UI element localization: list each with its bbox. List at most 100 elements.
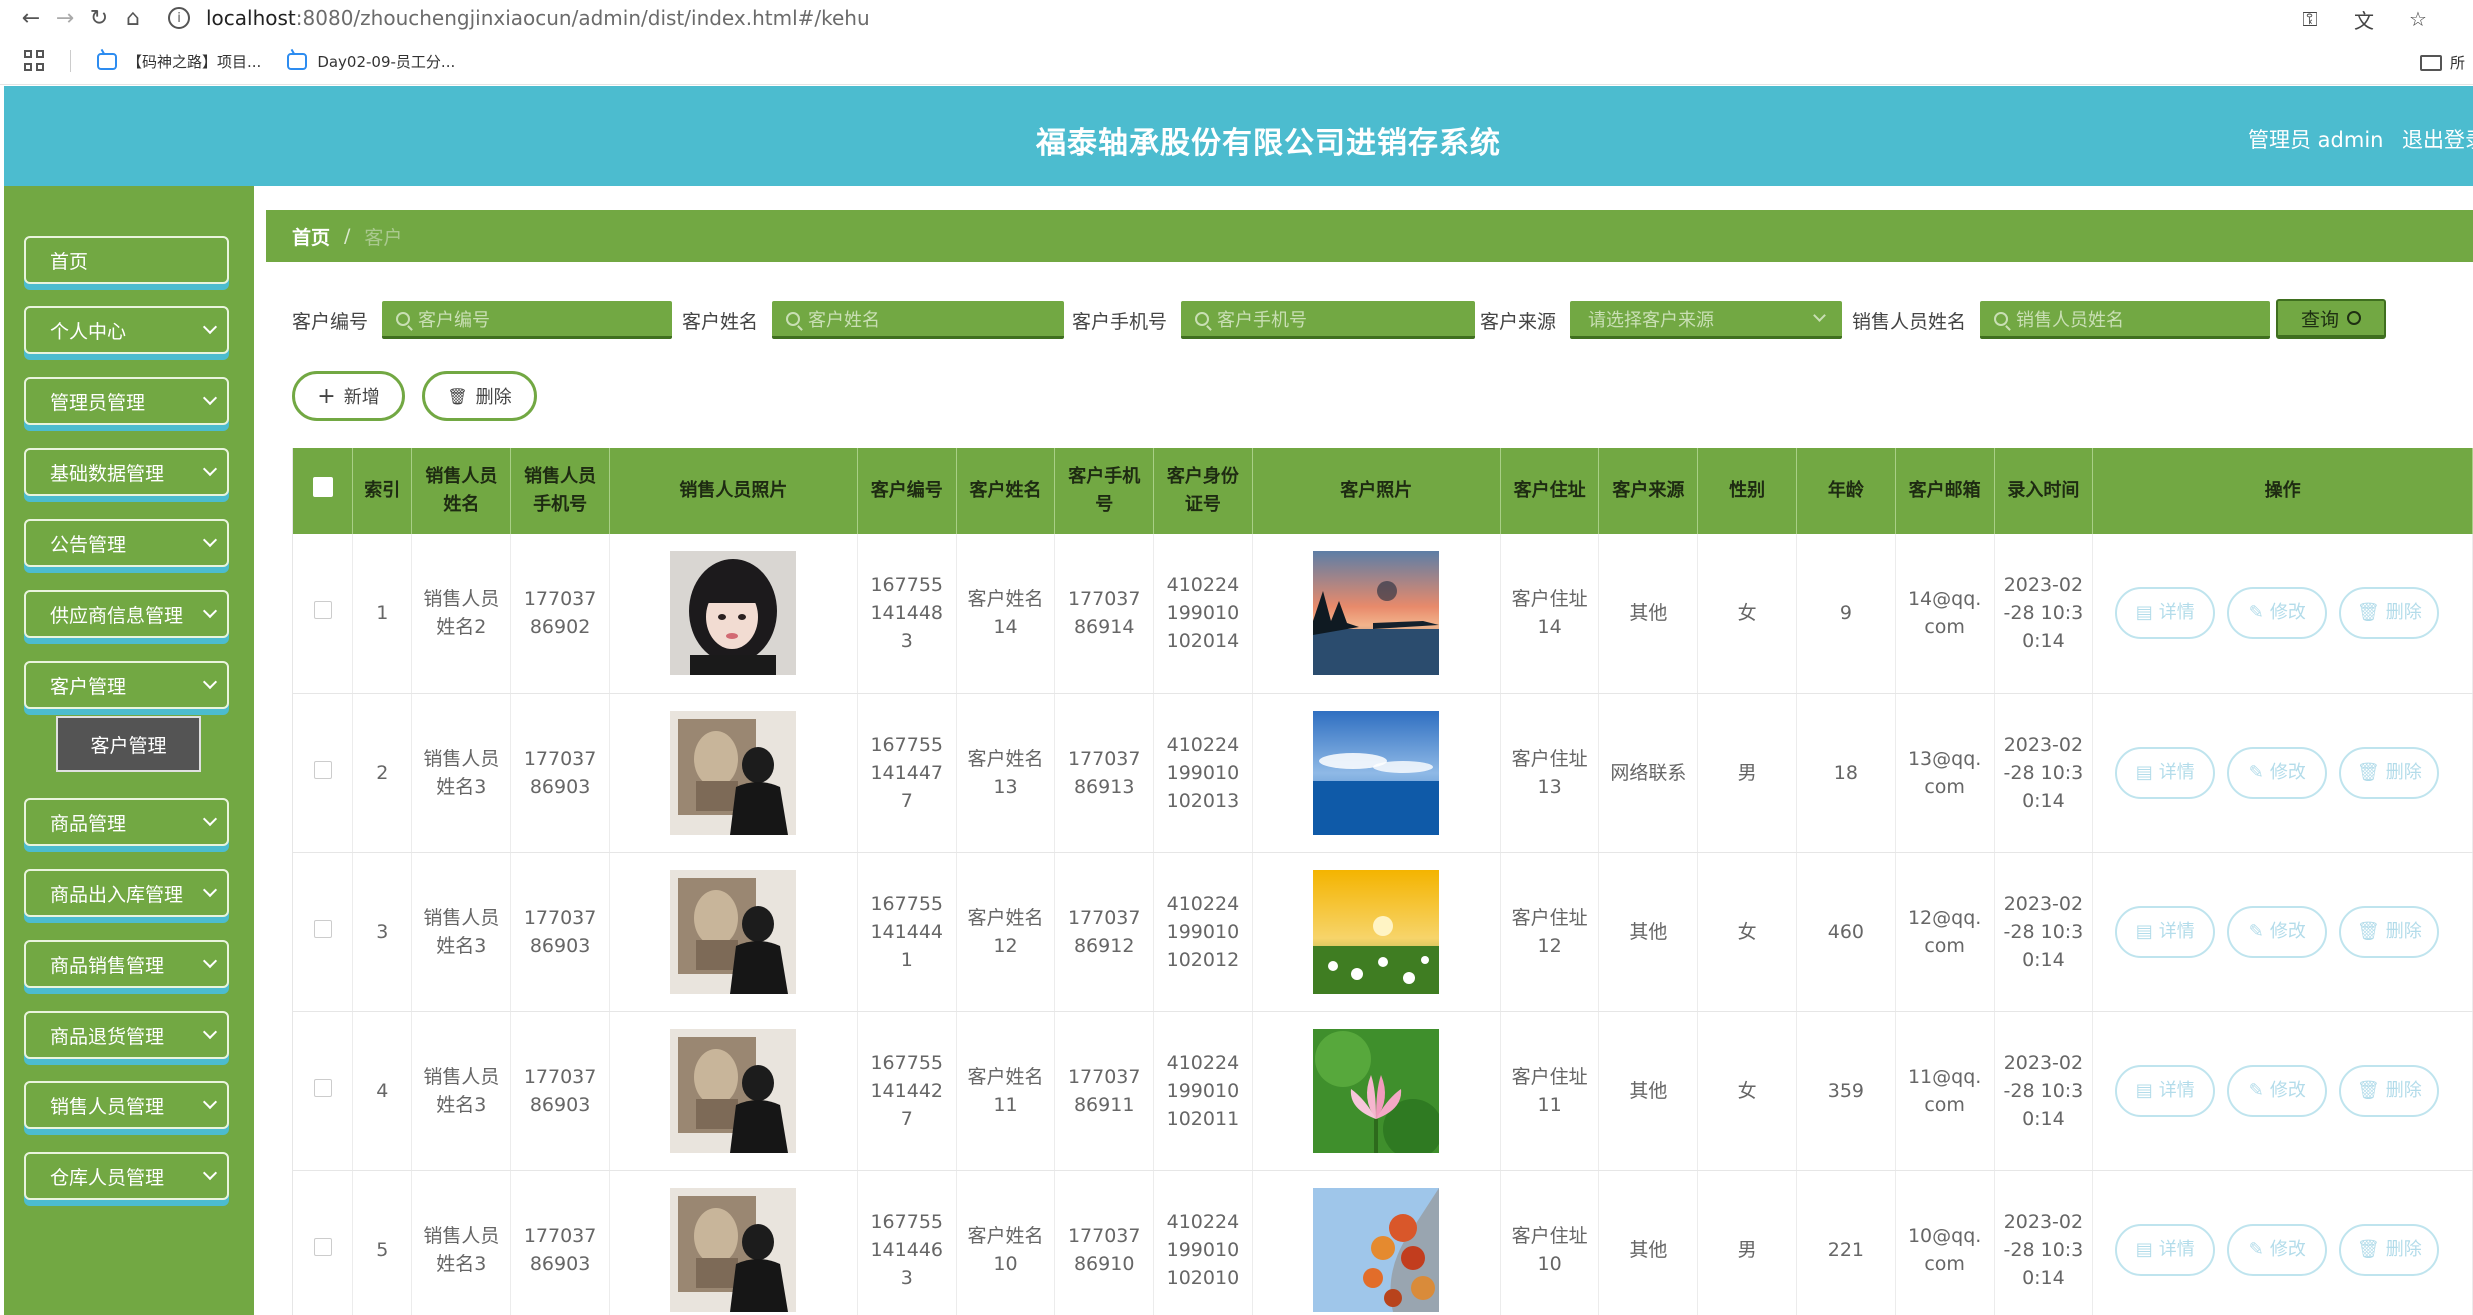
delete-button[interactable]: 🗑 删除 — [2339, 1223, 2440, 1276]
row-checkbox[interactable] — [313, 919, 332, 938]
customer-phone-input[interactable]: 客户手机号 — [1181, 301, 1476, 339]
column-header: 客户手机号 — [1054, 448, 1155, 534]
customer-name-input[interactable]: 客户姓名 — [772, 301, 1065, 339]
column-header: 客户编号 — [857, 448, 957, 534]
batch-delete-button[interactable]: 🗑 删除 — [422, 371, 537, 421]
sidebar-item[interactable]: 供应商信息管理 — [24, 590, 229, 638]
delete-label: 删除 — [2385, 602, 2422, 624]
site-info-icon[interactable]: i — [168, 7, 190, 29]
column-header: 客户来源 — [1598, 448, 1699, 534]
sales-name-cell: 销售人员姓名3 — [411, 852, 512, 1012]
bookmarks-divider — [70, 50, 71, 72]
document-icon: ▤ — [2135, 761, 2153, 783]
operations-cell: ▤ 详情 ✎ 修改 🗑 删除 — [2092, 534, 2473, 694]
delete-button[interactable]: 🗑 删除 — [2339, 746, 2440, 799]
sidebar-item-label: 商品退货管理 — [50, 1025, 165, 1048]
delete-label: 删除 — [2385, 1079, 2422, 1101]
table-row: 2 销售人员姓名3 17703786903 1677551414477 客户姓名13 17… — [293, 693, 2473, 853]
address-bar[interactable]: localhost:8080/zhouchengjinxiaocun/admin… — [206, 6, 870, 30]
edit-button[interactable]: ✎ 修改 — [2227, 1223, 2328, 1276]
column-header: 销售人员手机号 — [510, 448, 610, 534]
bookmark-item[interactable]: Day02-09-员工分... — [287, 51, 455, 72]
sales-photo — [670, 1187, 797, 1312]
sidebar-subitem-customer-management[interactable]: 客户管理 — [56, 716, 201, 772]
home-icon[interactable]: ⌂ — [116, 1, 150, 35]
logout-link[interactable]: 退出登录 — [2402, 124, 2473, 154]
translate-icon[interactable]: 文 — [2349, 4, 2379, 34]
edit-button[interactable]: ✎ 修改 — [2227, 905, 2328, 958]
edit-button[interactable]: ✎ 修改 — [2227, 1064, 2328, 1117]
search-icon — [1195, 311, 1210, 326]
customer-code-cell: 1677551414483 — [857, 534, 957, 694]
customer-code-input[interactable]: 客户编号 — [382, 301, 673, 339]
bookmark-item[interactable]: 【码神之路】项目... — [97, 51, 261, 72]
column-header: 销售人员姓名 — [411, 448, 512, 534]
forward-icon[interactable]: → — [48, 1, 82, 35]
detail-button[interactable]: ▤ 详情 — [2115, 587, 2216, 640]
filter-customer-code: 客户编号 客户编号 — [292, 298, 673, 342]
sidebar-item-label: 商品销售管理 — [50, 954, 165, 977]
sidebar-item[interactable]: 仓库人员管理 — [24, 1152, 229, 1200]
customer-table: 索引 销售人员姓名 销售人员手机号 销售人员照片 客户编号 客户姓名 客户手机号… — [292, 448, 2473, 1315]
query-button[interactable]: 查询 — [2276, 299, 2386, 339]
edit-button[interactable]: ✎ 修改 — [2227, 746, 2328, 799]
sidebar-item[interactable]: 商品退货管理 — [24, 1011, 229, 1059]
sidebar-item[interactable]: 客户管理 — [24, 661, 229, 709]
trash-icon: 🗑 — [2356, 920, 2380, 942]
filter-label: 销售人员姓名 — [1852, 310, 1967, 333]
delete-button[interactable]: 🗑 删除 — [2339, 587, 2440, 640]
row-checkbox[interactable] — [313, 760, 332, 779]
row-checkbox[interactable] — [313, 601, 332, 620]
customer-name-cell: 客户姓名10 — [956, 1170, 1056, 1315]
sidebar-item[interactable]: 首页 — [24, 236, 229, 284]
sidebar-item[interactable]: 商品管理 — [24, 798, 229, 846]
sidebar-item[interactable]: 销售人员管理 — [24, 1081, 229, 1129]
select-all-checkbox[interactable] — [312, 476, 333, 497]
bookmarks-bar: 【码神之路】项目... Day02-09-员工分... 所 — [0, 44, 2473, 78]
sales-name-cell: 销售人员姓名3 — [411, 693, 512, 853]
detail-button[interactable]: ▤ 详情 — [2115, 746, 2216, 799]
filter-customer-source: 客户来源 请选择客户来源 — [1480, 298, 1843, 342]
sidebar-item[interactable]: 管理员管理 — [24, 377, 229, 425]
customer-source-select[interactable]: 请选择客户来源 — [1570, 301, 1843, 339]
data-table: 索引 销售人员姓名 销售人员手机号 销售人员照片 客户编号 客户姓名 客户手机号… — [293, 448, 2473, 1315]
back-icon[interactable]: ← — [14, 1, 48, 35]
apps-grid-icon[interactable] — [24, 50, 46, 72]
customer-photo-cell — [1252, 693, 1501, 853]
sales-name-input[interactable]: 销售人员姓名 — [1980, 301, 2271, 339]
bookmark-label: Day02-09-员工分... — [317, 52, 456, 71]
delete-button[interactable]: 🗑 删除 — [2339, 1064, 2440, 1117]
pencil-icon: ✎ — [2248, 761, 2264, 783]
detail-button[interactable]: ▤ 详情 — [2115, 905, 2216, 958]
sidebar-item[interactable]: 个人中心 — [24, 306, 229, 354]
sidebar-item[interactable]: 商品出入库管理 — [24, 869, 229, 917]
bookmark-star-icon[interactable]: ☆ — [2403, 4, 2433, 34]
detail-label: 详情 — [2158, 1238, 2195, 1260]
customer-photo — [1313, 869, 1440, 994]
address-cell: 客户住址12 — [1500, 852, 1600, 1012]
detail-button[interactable]: ▤ 详情 — [2115, 1064, 2216, 1117]
row-checkbox[interactable] — [313, 1237, 332, 1256]
password-key-icon[interactable]: ⚿ — [2295, 4, 2325, 34]
select-placeholder: 请选择客户来源 — [1588, 309, 1715, 331]
customer-phone-cell: 17703786910 — [1054, 1170, 1155, 1315]
sidebar-item[interactable]: 商品销售管理 — [24, 940, 229, 988]
source-cell: 网络联系 — [1598, 693, 1699, 853]
detail-button[interactable]: ▤ 详情 — [2115, 1223, 2216, 1276]
index-cell: 1 — [352, 534, 413, 694]
delete-button[interactable]: 🗑 删除 — [2339, 905, 2440, 958]
sidebar-item[interactable]: 公告管理 — [24, 519, 229, 567]
sidebar-item[interactable]: 基础数据管理 — [24, 448, 229, 496]
add-button[interactable]: + 新增 — [292, 371, 405, 421]
input-placeholder: 销售人员姓名 — [2016, 309, 2125, 331]
table-row: 5 销售人员姓名3 17703786903 1677551414463 客户姓名10 17… — [293, 1170, 2473, 1315]
edit-button[interactable]: ✎ 修改 — [2227, 587, 2328, 640]
filter-customer-name: 客户姓名 客户姓名 — [682, 298, 1065, 342]
all-bookmarks[interactable]: 所 — [2419, 52, 2465, 73]
customer-code-cell: 1677551414441 — [857, 852, 957, 1012]
row-checkbox[interactable] — [313, 1078, 332, 1097]
breadcrumb-home[interactable]: 首页 — [292, 223, 330, 250]
reload-icon[interactable]: ↻ — [82, 1, 116, 35]
trash-icon: 🗑 — [2356, 602, 2380, 624]
customer-photo-cell — [1252, 1170, 1501, 1315]
